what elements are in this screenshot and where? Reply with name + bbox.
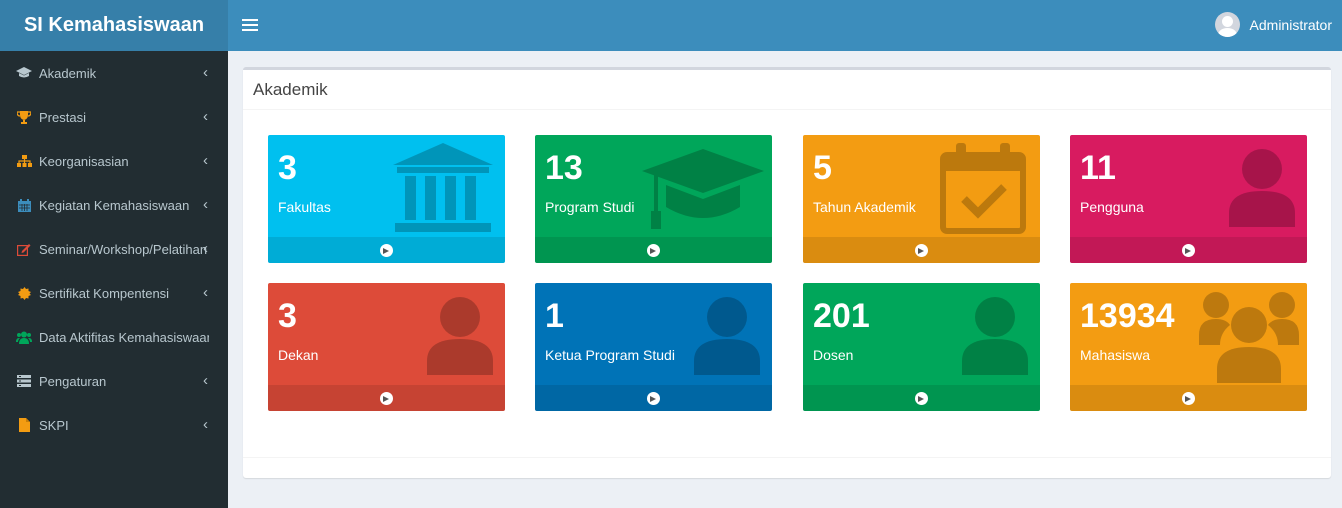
sitemap-icon (16, 153, 32, 169)
tile-label: Fakultas (278, 199, 331, 215)
chevron-left-icon: ‹ (203, 284, 208, 301)
tile-number: 5 (813, 149, 832, 187)
tile-number: 3 (278, 149, 297, 187)
tile-pengguna[interactable]: 11 Pengguna (1070, 135, 1307, 263)
more-info-link[interactable] (535, 385, 772, 411)
edit-icon (16, 241, 32, 257)
more-info-link[interactable] (1070, 385, 1307, 411)
arrow-circle-right-icon (647, 243, 660, 257)
tile-number: 11 (1080, 149, 1116, 187)
tile-label: Tahun Akademik (813, 199, 916, 215)
tile-number: 13934 (1080, 297, 1175, 335)
chevron-left-icon: ‹ (203, 416, 208, 433)
tile-tahun-akademik[interactable]: 5 Tahun Akademik (803, 135, 1040, 263)
more-info-link[interactable] (268, 237, 505, 263)
sidebar-item-seminar[interactable]: Seminar/Workshop/Pelatihan ‹ (0, 227, 228, 271)
tile-mahasiswa[interactable]: 13934 Mahasiswa (1070, 283, 1307, 411)
tile-number: 13 (545, 149, 583, 187)
sidebar-item-sertifikat[interactable]: Sertifikat Kompentensi ‹ (0, 271, 228, 315)
user-icon (427, 297, 493, 380)
users-icon (1199, 289, 1299, 388)
app-logo[interactable]: SI Kemahasiswaan (0, 0, 228, 51)
user-menu[interactable]: Administrator (1214, 12, 1332, 37)
calendar-icon (16, 197, 32, 213)
arrow-circle-right-icon (1182, 243, 1195, 257)
graduation-cap-icon (16, 65, 32, 81)
top-navbar: Administrator (228, 0, 1342, 51)
arrow-circle-right-icon (380, 243, 393, 257)
sidebar-item-keorganisasian[interactable]: Keorganisasian ‹ (0, 139, 228, 183)
tile-label: Pengguna (1080, 199, 1144, 215)
arrow-circle-right-icon (380, 391, 393, 405)
more-info-link[interactable] (1070, 237, 1307, 263)
list-icon (16, 373, 32, 389)
file-icon (16, 417, 32, 433)
user-name: Administrator (1249, 16, 1332, 33)
more-info-link[interactable] (535, 237, 772, 263)
bank-icon (393, 143, 493, 240)
chevron-left-icon: ‹ (203, 152, 208, 169)
tile-label: Mahasiswa (1080, 347, 1151, 363)
tile-ketua-program-studi[interactable]: 1 Ketua Program Studi (535, 283, 772, 411)
user-icon (694, 297, 760, 380)
box-title: Akademik (243, 70, 1331, 110)
tile-label: Program Studi (545, 199, 635, 215)
certificate-icon (16, 285, 32, 301)
tile-label: Dosen (813, 347, 854, 363)
chevron-left-icon: ‹ (203, 108, 208, 125)
tile-label: Ketua Program Studi (545, 347, 675, 363)
arrow-circle-right-icon (915, 243, 928, 257)
box-footer (243, 457, 1331, 458)
tile-program-studi[interactable]: 13 Program Studi (535, 135, 772, 263)
tile-dosen[interactable]: 201 Dosen (803, 283, 1040, 411)
arrow-circle-right-icon (647, 391, 660, 405)
chevron-left-icon: ‹ (203, 372, 208, 389)
tile-number: 1 (545, 297, 564, 335)
tile-label: Dekan (278, 347, 319, 363)
user-icon (1229, 149, 1295, 232)
sidebar-item-pengaturan[interactable]: Pengaturan ‹ (0, 359, 228, 403)
tile-fakultas[interactable]: 3 Fakultas (268, 135, 505, 263)
sidebar-item-skpi[interactable]: SKPI ‹ (0, 403, 228, 447)
calendar-check-icon (940, 143, 1026, 240)
sidebar-item-data-aktifitas[interactable]: Data Aktifitas Kemahasiswaan (0, 315, 228, 359)
arrow-circle-right-icon (1182, 391, 1195, 405)
tile-number: 3 (278, 297, 297, 335)
more-info-link[interactable] (803, 385, 1040, 411)
tile-dekan[interactable]: 3 Dekan (268, 283, 505, 411)
more-info-link[interactable] (268, 385, 505, 411)
avatar (1214, 12, 1240, 37)
users-icon (16, 329, 32, 345)
chevron-left-icon: ‹ (203, 196, 208, 213)
chevron-left-icon: ‹ (203, 64, 208, 81)
akademik-box: Akademik 3 Fakultas 13 Program Studi 5 T… (243, 67, 1331, 478)
arrow-circle-right-icon (915, 391, 928, 405)
tile-number: 201 (813, 297, 870, 335)
graduation-cap-icon (642, 149, 764, 236)
user-icon (962, 297, 1028, 380)
chevron-left-icon: ‹ (203, 240, 208, 257)
sidebar-item-prestasi[interactable]: Prestasi ‹ (0, 95, 228, 139)
trophy-icon (16, 109, 32, 125)
sidebar-item-kegiatan[interactable]: Kegiatan Kemahasiswaan ‹ (0, 183, 228, 227)
more-info-link[interactable] (803, 237, 1040, 263)
sidebar-item-akademik[interactable]: Akademik ‹ (0, 51, 228, 95)
sidebar-toggle-icon[interactable] (242, 16, 258, 34)
sidebar: Akademik ‹ Prestasi ‹ Keorganisasian ‹ K… (0, 51, 228, 508)
